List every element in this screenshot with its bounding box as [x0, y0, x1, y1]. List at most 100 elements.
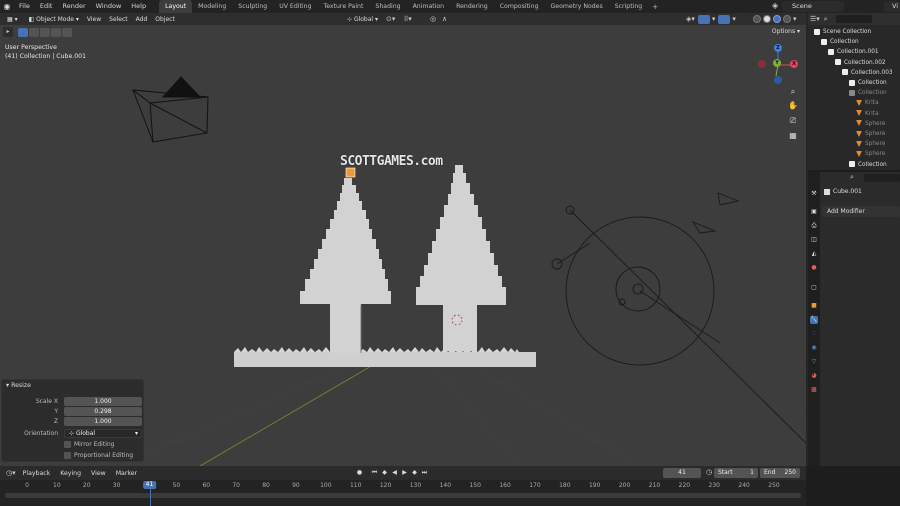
- tool-tab-icon[interactable]: ⚒: [810, 190, 818, 198]
- scale-x-field[interactable]: 1.000: [64, 397, 142, 406]
- current-frame-field[interactable]: 41: [663, 468, 701, 478]
- workspace-tab-texture-paint[interactable]: Texture Paint: [317, 0, 369, 13]
- editor-type-button[interactable]: ▦ ▾: [3, 14, 22, 24]
- timeline-ruler[interactable]: 0102030405060708090100110120130140150160…: [0, 480, 806, 506]
- mode-selector[interactable]: ◧ Object Mode ▾: [24, 14, 83, 24]
- select-mode-invert[interactable]: [51, 27, 61, 37]
- next-keyframe-button[interactable]: ◆: [410, 468, 419, 477]
- record-button[interactable]: ●: [355, 468, 364, 477]
- xray-toggle[interactable]: [738, 14, 751, 24]
- add-workspace-button[interactable]: +: [648, 3, 662, 11]
- outliner-row[interactable]: Scene Collection: [814, 27, 871, 37]
- workspace-tab-geometry-nodes[interactable]: Geometry Nodes: [545, 0, 609, 13]
- proportional-falloff-icon[interactable]: ∧: [440, 15, 449, 23]
- workspace-tab-shading[interactable]: Shading: [369, 0, 406, 13]
- outliner-editor-icon[interactable]: ☰▾: [808, 15, 822, 23]
- outliner-row[interactable]: Collection: [849, 78, 887, 88]
- outliner-row[interactable]: Sphere: [856, 139, 885, 149]
- prev-keyframe-button[interactable]: ◆: [380, 468, 389, 477]
- select-mode-subtract[interactable]: [40, 27, 50, 37]
- zoom-icon[interactable]: ⌕: [787, 86, 799, 98]
- scene-tab-icon[interactable]: ◭: [810, 250, 818, 258]
- outliner-row[interactable]: Sphere: [856, 129, 885, 139]
- outliner-row[interactable]: Collection.001: [828, 47, 879, 57]
- gizmo-z-axis[interactable]: Z: [774, 44, 782, 52]
- view-layer-selector[interactable]: Vi: [884, 1, 900, 12]
- world-tab-icon[interactable]: ●: [810, 264, 818, 272]
- timeline-menu-playback[interactable]: Playback: [18, 470, 56, 477]
- ortho-grid-icon[interactable]: ▦: [787, 130, 799, 142]
- solid-shading-button[interactable]: [762, 15, 771, 23]
- outliner-row[interactable]: Krita: [856, 98, 879, 108]
- particles-tab-icon[interactable]: ∴: [810, 330, 818, 338]
- viewport-menu-object[interactable]: Object: [151, 16, 179, 23]
- outliner-row[interactable]: Collection.003: [842, 68, 893, 78]
- menu-render[interactable]: Render: [57, 0, 90, 13]
- viewport-menu-view[interactable]: View: [83, 16, 105, 23]
- add-modifier-button[interactable]: Add Modifier: [822, 206, 900, 217]
- preview-range-icon[interactable]: ◷: [704, 468, 714, 476]
- menu-file[interactable]: File: [14, 0, 35, 13]
- blender-logo-icon[interactable]: ◉: [0, 0, 14, 13]
- material-tab-icon[interactable]: ◕: [810, 372, 818, 380]
- rendered-shading-button[interactable]: [782, 15, 791, 23]
- gizmo-neg-z-axis[interactable]: [774, 76, 782, 84]
- playhead-line[interactable]: [149, 489, 151, 506]
- workspace-tab-animation[interactable]: Animation: [407, 0, 451, 13]
- workspace-tab-modeling[interactable]: Modeling: [192, 0, 232, 13]
- play-reverse-button[interactable]: ◀: [390, 468, 399, 477]
- outliner-row[interactable]: Collection.002: [835, 58, 886, 68]
- output-tab-icon[interactable]: ⎙: [810, 222, 818, 230]
- play-button[interactable]: ▶: [400, 468, 409, 477]
- gizmo-neg-x-axis[interactable]: [758, 60, 766, 68]
- shading-dropdown-icon[interactable]: ▾: [791, 15, 799, 23]
- constraints-tab-icon[interactable]: ▽: [810, 358, 818, 366]
- scale-y-field[interactable]: 0.298: [64, 407, 142, 416]
- outliner-row[interactable]: Collection: [849, 160, 887, 170]
- proportional-edit-icon[interactable]: ◎: [428, 15, 438, 23]
- tree-left[interactable]: [300, 178, 391, 353]
- jump-end-button[interactable]: ⏭: [420, 468, 429, 477]
- end-frame-field[interactable]: End 250: [760, 468, 800, 478]
- tree-right[interactable]: [416, 165, 506, 351]
- select-mode-new[interactable]: [18, 27, 28, 37]
- viewport-menu-select[interactable]: Select: [105, 16, 132, 23]
- light-objects[interactable]: [551, 192, 806, 444]
- timeline-menu-keying[interactable]: Keying: [55, 470, 86, 477]
- workspace-tab-compositing[interactable]: Compositing: [494, 0, 545, 13]
- proportional-editing-checkbox[interactable]: Proportional Editing: [64, 452, 133, 459]
- physics-tab-icon[interactable]: ◉: [810, 344, 818, 352]
- timeline-menu-view[interactable]: View: [86, 470, 111, 477]
- gizmo-toggle[interactable]: [697, 14, 710, 24]
- jump-start-button[interactable]: ⏮: [370, 468, 379, 477]
- mirror-editing-checkbox[interactable]: Mirror Editing: [64, 441, 114, 448]
- material-shading-button[interactable]: [772, 15, 781, 23]
- collection-tab-icon[interactable]: ▢: [810, 284, 818, 292]
- workspace-tab-sculpting[interactable]: Sculpting: [232, 0, 273, 13]
- outliner-row[interactable]: Collection: [821, 37, 859, 47]
- timeline-editor-icon[interactable]: ◷▾: [4, 469, 18, 477]
- modifier-tab-icon[interactable]: 🔧: [810, 316, 818, 324]
- gizmo-x-axis[interactable]: X: [790, 60, 798, 68]
- scale-z-field[interactable]: 1.000: [64, 417, 142, 426]
- grass-base[interactable]: [234, 347, 536, 367]
- gizmo-y-axis[interactable]: Y: [773, 59, 781, 67]
- gizmo-dropdown-icon[interactable]: ▾: [710, 15, 718, 23]
- selected-cube-object[interactable]: [345, 167, 356, 178]
- menu-edit[interactable]: Edit: [35, 0, 58, 13]
- resize-panel-title[interactable]: ▾ Resize: [6, 382, 31, 389]
- playhead-frame-label[interactable]: 41: [142, 481, 157, 489]
- orientation-selector[interactable]: ⊹ Global ▾: [343, 14, 382, 24]
- visibility-icon[interactable]: ◈▾: [684, 15, 697, 23]
- scene-selector[interactable]: Scene: [782, 1, 844, 12]
- snap-icon[interactable]: ⌷▾: [402, 15, 414, 24]
- workspace-tab-scripting[interactable]: Scripting: [609, 0, 649, 13]
- outliner-row[interactable]: Collection: [849, 88, 887, 98]
- camera-object[interactable]: [132, 76, 209, 143]
- outliner-row[interactable]: Krita: [856, 109, 879, 119]
- options-dropdown[interactable]: Options ▾: [772, 28, 800, 35]
- object-tab-icon[interactable]: ■: [810, 302, 818, 310]
- wireframe-shading-button[interactable]: [752, 15, 761, 23]
- outliner-row[interactable]: Sphere: [856, 119, 885, 129]
- overlay-dropdown-icon[interactable]: ▾: [730, 15, 738, 23]
